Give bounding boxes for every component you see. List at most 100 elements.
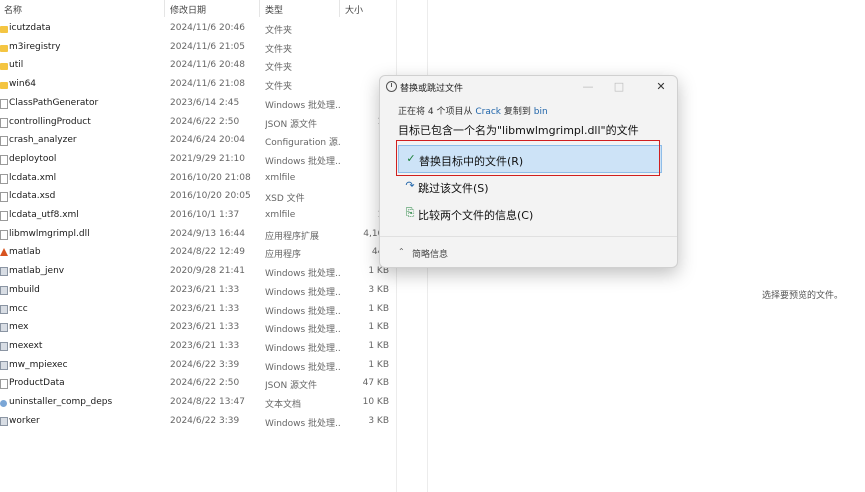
dest-folder-link[interactable]: bin bbox=[534, 107, 548, 117]
file-row[interactable]: mex 2023/6/21 1:33 Windows 批处理... 1 KB bbox=[0, 319, 396, 337]
skip-file-option[interactable]: ↷ 跳过该文件(S) bbox=[398, 173, 660, 199]
tool-icon bbox=[0, 400, 7, 407]
file-date: 2023/6/14 2:45 bbox=[170, 97, 240, 108]
app-icon bbox=[0, 267, 8, 277]
fewer-details-toggle[interactable]: 简略信息 bbox=[412, 247, 448, 260]
highlight-annotation-box bbox=[396, 140, 660, 176]
conflict-message: 目标已包含一个名为"libmwlmgrimpl.dll"的文件 bbox=[398, 124, 639, 137]
column-header: 名称 修改日期 类型 大小 bbox=[0, 0, 396, 17]
minimize-button[interactable]: — bbox=[573, 78, 603, 96]
file-name: lcdata.xsd bbox=[9, 191, 56, 202]
column-divider[interactable] bbox=[339, 0, 340, 17]
column-date[interactable]: 修改日期 bbox=[170, 3, 206, 16]
column-divider[interactable] bbox=[164, 0, 165, 17]
file-row[interactable]: mexext 2023/6/21 1:33 Windows 批处理... 1 KB bbox=[0, 338, 396, 356]
preview-placeholder: 选择要预览的文件。 bbox=[762, 291, 844, 301]
file-row[interactable]: libmwlmgrimpl.dll 2024/9/13 16:44 应用程序扩展 4,… bbox=[0, 226, 396, 244]
file-date: 2024/8/22 12:49 bbox=[170, 247, 245, 258]
file-type: 文本文档 bbox=[265, 400, 302, 410]
file-icon bbox=[0, 136, 8, 147]
copy-prefix: 正在将 4 个项目从 bbox=[398, 107, 473, 117]
copy-progress-text: 正在将 4 个项目从 Crack 复制到 bin bbox=[398, 104, 548, 117]
file-row[interactable]: lcdata.xsd2016/10/20 20:05XSD 文件3 bbox=[0, 188, 396, 206]
file-name: matlab_jenv bbox=[9, 266, 65, 277]
file-name: worker bbox=[9, 415, 40, 426]
file-type: Windows 批处理... bbox=[265, 418, 341, 429]
file-name: ClassPathGenerator bbox=[9, 97, 99, 108]
file-size: 47 KB bbox=[362, 378, 389, 389]
file-date: 2020/9/28 21:41 bbox=[170, 266, 245, 277]
file-row[interactable]: matlab2024/8/22 12:49应用程序448 bbox=[0, 244, 396, 262]
app-icon bbox=[0, 341, 8, 351]
column-name[interactable]: 名称 bbox=[4, 3, 22, 16]
file-row[interactable]: uninstaller_comp_deps 2024/8/22 13:47 文本文档… bbox=[0, 394, 396, 412]
file-row[interactable]: crash_analyzer 2024/6/24 20:04 Configurati… bbox=[0, 132, 396, 150]
file-type: 文件夹 bbox=[265, 44, 293, 55]
file-icon bbox=[0, 192, 8, 203]
column-size[interactable]: 大小 bbox=[345, 3, 363, 16]
file-date: 2024/11/6 20:46 bbox=[170, 23, 245, 33]
file-size: 3 KB bbox=[368, 415, 389, 426]
file-row[interactable]: util 2024/11/6 20:48 文件夹 bbox=[0, 57, 396, 75]
file-date: 2016/10/20 21:08 bbox=[170, 172, 251, 183]
file-name: mexext bbox=[9, 340, 43, 351]
file-name: util bbox=[9, 60, 24, 71]
copy-mid: 复制到 bbox=[503, 107, 531, 117]
maximize-button[interactable]: □ bbox=[604, 78, 634, 96]
file-row[interactable]: mcc 2023/6/21 1:33 Windows 批处理... 1 KB bbox=[0, 301, 396, 319]
file-row[interactable]: mw_mpiexec 2024/6/22 3:39 Windows 批处理... 1 … bbox=[0, 357, 396, 375]
file-row[interactable]: worker 2024/6/22 3:39 Windows 批处理... 3 KB bbox=[0, 413, 396, 431]
close-button[interactable]: ✕ bbox=[646, 78, 676, 96]
file-name: lcdata_utf8.xml bbox=[9, 210, 79, 220]
file-name: win64 bbox=[9, 79, 37, 90]
file-name: mex bbox=[9, 322, 29, 333]
file-date: 2021/9/29 21:10 bbox=[170, 153, 245, 164]
file-icon bbox=[0, 98, 8, 109]
file-type: Windows 批处理... bbox=[265, 156, 341, 167]
file-row[interactable]: ClassPathGenerator 2023/6/14 2:45 Windows … bbox=[0, 95, 396, 113]
file-type: xmlfile bbox=[265, 172, 296, 183]
file-date: 2016/10/1 1:37 bbox=[170, 210, 240, 220]
file-icon bbox=[0, 173, 8, 184]
file-name: icutzdata bbox=[9, 23, 51, 33]
column-divider[interactable] bbox=[259, 0, 260, 17]
file-row[interactable]: lcdata.xml 2016/10/20 21:08 xmlfile bbox=[0, 170, 396, 188]
file-date: 2024/11/6 21:05 bbox=[170, 41, 245, 52]
folder-icon bbox=[0, 26, 8, 33]
folder-icon bbox=[0, 82, 8, 90]
file-row[interactable]: controllingProduct 2024/6/22 2:50 JSON 源文件… bbox=[0, 114, 396, 132]
compare-icon: ⎘ bbox=[405, 206, 415, 219]
file-row[interactable]: icutzdata 2024/11/6 20:46 文件夹 bbox=[0, 20, 396, 38]
file-type: Windows 批处理... bbox=[265, 100, 341, 111]
file-size: 3 KB bbox=[368, 284, 389, 295]
file-date: 2023/6/21 1:33 bbox=[170, 284, 240, 295]
file-row[interactable]: ProductData 2024/6/22 2:50 JSON 源文件 47 KB bbox=[0, 375, 396, 393]
matlab-icon bbox=[0, 248, 8, 257]
file-row[interactable]: lcdata_utf8.xml2016/10/1 1:37xmlfile13 bbox=[0, 207, 396, 225]
file-name: deploytool bbox=[9, 153, 57, 164]
file-name: lcdata.xml bbox=[9, 172, 57, 183]
chevron-up-icon[interactable]: ⌃ bbox=[398, 247, 405, 256]
compare-files-option[interactable]: ⎘ 比较两个文件的信息(C) bbox=[398, 200, 660, 226]
file-row[interactable]: win64 2024/11/6 21:08 文件夹 bbox=[0, 76, 396, 94]
file-name: mcc bbox=[9, 303, 28, 314]
file-date: 2023/6/21 1:33 bbox=[170, 303, 240, 314]
file-name: mw_mpiexec bbox=[9, 359, 68, 370]
file-date: 2024/6/22 2:50 bbox=[170, 378, 240, 389]
file-type: 文件夹 bbox=[265, 63, 293, 74]
dialog-titlebar[interactable]: 替换或跳过文件 — □ ✕ bbox=[380, 76, 677, 98]
column-type[interactable]: 类型 bbox=[265, 3, 283, 16]
file-name: uninstaller_comp_deps bbox=[9, 397, 113, 407]
file-row[interactable]: deploytool 2021/9/29 21:10 Windows 批处理... bbox=[0, 151, 396, 169]
file-row[interactable]: mbuild 2023/6/21 1:33 Windows 批处理... 3 KB bbox=[0, 282, 396, 300]
file-size: 10 KB bbox=[362, 397, 389, 407]
file-type: Windows 批处理... bbox=[265, 343, 341, 354]
file-size: 1 KB bbox=[368, 340, 389, 351]
file-row[interactable]: matlab_jenv 2020/9/28 21:41 Windows 批处理...… bbox=[0, 263, 396, 281]
folder-icon bbox=[0, 44, 8, 52]
file-type: Configuration 源... bbox=[265, 138, 341, 149]
file-type: XSD 文件 bbox=[265, 194, 305, 205]
file-name: matlab bbox=[9, 247, 41, 258]
file-row[interactable]: m3iregistry 2024/11/6 21:05 文件夹 bbox=[0, 39, 396, 57]
source-folder-link[interactable]: Crack bbox=[475, 107, 501, 117]
